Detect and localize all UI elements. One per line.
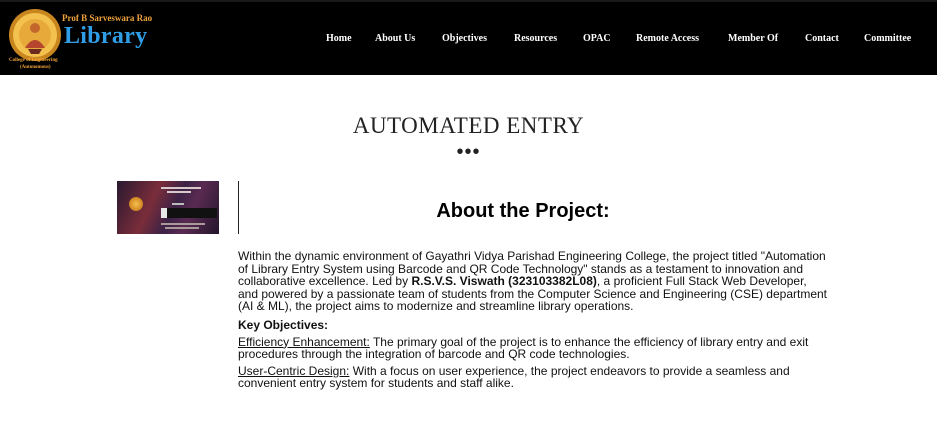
objective-item: Efficiency Enhancement: The primary goal… [238,335,828,361]
thumbnail-caption-line [161,223,205,225]
about-content: Within the dynamic environment of Gayath… [238,250,828,394]
site-header: Prof B Sarveswara Rao Library College of… [0,0,937,75]
nav-home[interactable]: Home [326,33,352,44]
intro-paragraph: Within the dynamic environment of Gayath… [238,250,828,313]
objectives-heading: Key Objectives: [238,317,329,332]
college-emblem-icon[interactable] [8,8,62,62]
thumbnail-title-line [161,187,201,189]
thumbnail-emblem-icon [129,197,143,211]
nav-contact[interactable]: Contact [805,33,839,44]
about-heading: About the Project: [436,200,610,222]
title-divider-dots: ••• [456,141,481,163]
page-title: AUTOMATED ENTRY [352,113,585,138]
logo-wordmark[interactable]: Library [64,23,147,50]
logo-college-line: College of Engineering [9,58,58,63]
objective-item: User-Centric Design: With a focus on use… [238,364,828,390]
nav-committee[interactable]: Committee [864,33,911,44]
nav-about-us[interactable]: About Us [375,33,415,44]
nav-member-of[interactable]: Member Of [728,33,778,44]
thumbnail-field [172,203,184,205]
nav-remote-access[interactable]: Remote Access [636,33,699,44]
nav-opac[interactable]: OPAC [583,33,611,44]
nav-objectives[interactable]: Objectives [442,33,487,44]
nav-resources[interactable]: Resources [514,33,557,44]
thumbnail-caption-line [165,227,199,229]
logo-autonomous-line: (Autonomous) [20,65,51,70]
thumbnail-title-line [167,191,191,193]
logo-tagline: Prof B Sarveswara Rao [62,13,153,23]
thumbnail-panel [161,208,217,218]
project-screenshot-thumbnail[interactable] [117,181,219,234]
